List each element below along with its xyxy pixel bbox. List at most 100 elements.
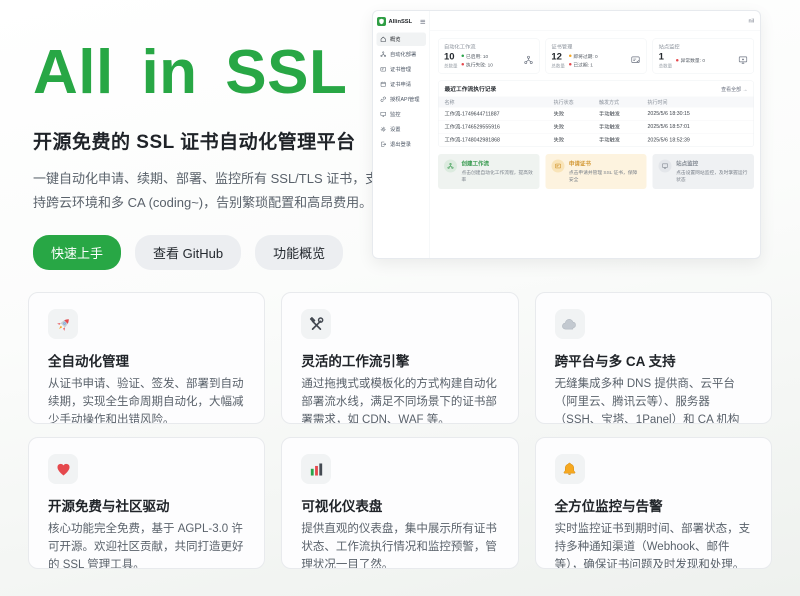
cell-time: 2025/5/6 18:30:15 [648,111,748,117]
certificate-check-icon [631,55,641,65]
workflow-icon [380,51,387,58]
stat-title: 自动化工作流 [444,43,533,51]
feature-grid: 全自动化管理 从证书申请、验证、签发、部署到自动续期，实现全生命周期自动化，大幅… [28,292,772,569]
page-title: All in SSL [33,38,381,107]
feature-title: 可视化仪表盘 [301,495,498,515]
cell-status: 失败 [554,123,599,131]
legend-text: 即将过期: 0 [573,52,597,59]
stat-card-site-monitor: 站点监控 1 总数量 异常数量: 0 [653,39,754,74]
stat-value: 12 [551,52,565,63]
dash-nav-label: 证书申请 [390,81,411,89]
feature-desc: 无缝集成多种 DNS 提供商、云平台（阿里云、腾讯云等）、服务器（SSH、宝塔、… [555,376,752,424]
table-title: 最近工作流执行记录 [445,85,497,93]
dash-logo: AllinSSL [377,16,427,31]
cell-name: 工作流-1746529555916 [445,123,554,131]
feature-title: 跨平台与多 CA 支持 [555,350,752,370]
dash-nav-settings: 设置 [377,123,427,137]
stat-cards-row: 自动化工作流 10 总数量 已启用: 10 执行失败: 10 [438,39,754,74]
collapse-sidebar-icon [420,19,426,25]
table-row: 工作流-1749644711887 失败 手动触发 2025/5/6 18:30… [439,107,754,120]
legend-text: 执行失败: 10 [466,61,493,68]
dash-nav-logout: 退出登录 [377,138,427,152]
monitor-icon [380,111,387,118]
legend-text: 已启用: 10 [466,52,488,59]
quick-action-desc: 点击申请并管理 SSL 证书，保障安全 [569,169,641,183]
heart-icon [48,454,78,484]
dash-username: nil [748,18,754,24]
quick-action-desc: 点击设置网站监控，及时掌握运行状态 [676,169,748,183]
hero-subtitle: 开源免费的 SSL 证书自动化管理平台 [33,127,381,154]
feature-title: 灵活的工作流引擎 [301,350,498,370]
cell-trigger: 手动触发 [599,123,647,131]
stat-card-workflows: 自动化工作流 10 总数量 已启用: 10 执行失败: 10 [438,39,539,74]
col-trigger: 触发方式 [599,98,647,106]
quick-actions-row: 创建工作流 点击创建自动化工作流程，提高效率 [438,154,754,189]
dash-nav-label: 退出登录 [390,141,411,149]
feature-desc: 实时监控证书到期时间、部署状态，支持多种通知渠道（Webhook、邮件等），确保… [555,521,752,569]
feature-card-open-source: 开源免费与社区驱动 核心功能完全免费，基于 AGPL-3.0 许可开源。欢迎社区… [28,437,265,569]
cell-time: 2025/5/6 18:57:01 [648,124,748,130]
col-name: 名称 [445,98,554,106]
red-dot [569,63,572,66]
dash-nav-api-auth: 授权API管理 [377,93,427,107]
stat-value: 1 [659,52,673,63]
table-header-row: 名称 执行状态 触发方式 执行时间 [439,96,754,107]
stat-unit: 总数量 [659,62,673,69]
cloud-icon [555,309,585,339]
dash-nav-label: 设置 [390,126,401,134]
link-icon [380,96,387,103]
quick-action-site-monitor: 站点监控 点击设置网站监控，及时掌握运行状态 [653,154,754,189]
calendar-icon [380,81,387,88]
dash-nav-label: 自动化部署 [390,51,416,59]
shield-icon [377,17,386,26]
cell-time: 2025/5/6 18:52:39 [648,137,748,143]
workflow-nodes-icon [523,55,533,65]
cell-status: 失败 [554,110,599,118]
tools-icon [301,309,331,339]
feature-title: 全自动化管理 [48,350,245,370]
hero-section: All in SSL 开源免费的 SSL 证书自动化管理平台 一键自动化申请、续… [33,38,381,270]
feature-card-automation: 全自动化管理 从证书申请、验证、签发、部署到自动续期，实现全生命周期自动化，大幅… [28,292,265,424]
quick-action-title: 创建工作流 [462,159,534,167]
view-github-button[interactable]: 查看 GitHub [135,235,241,270]
table-row: 工作流-1746529555916 失败 手动触发 2025/5/6 18:57… [439,120,754,133]
gear-icon [380,126,387,133]
view-all-link: 查看全部 → [721,85,747,93]
recent-workflows-table: 最近工作流执行记录 查看全部 → 名称 执行状态 触发方式 执行时间 工作流-1… [438,80,754,147]
cell-name: 工作流-1748042981868 [445,136,554,144]
dash-nav-auto-deploy: 自动化部署 [377,48,427,62]
dash-main: nil 自动化工作流 10 总数量 已启用: 10 执行失败: [430,11,761,259]
stat-card-certificates: 证书管理 12 总数量 即将过期: 0 已过期: 1 [545,39,646,74]
dash-nav-label: 授权API管理 [390,96,419,104]
feature-card-monitoring-alerts: 全方位监控与告警 实时监控证书到期时间、部署状态，支持多种通知渠道（Webhoo… [535,437,772,569]
cell-name: 工作流-1749644711887 [445,110,554,118]
dash-nav-cert-manage: 证书管理 [377,63,427,77]
home-icon [380,36,387,43]
get-started-button[interactable]: 快速上手 [33,235,121,270]
red-dot [676,59,679,62]
red-dot [462,63,465,66]
dash-nav-overview: 概览 [377,33,427,47]
rocket-icon [48,309,78,339]
stat-unit: 总数量 [444,62,458,69]
dash-sidebar: AllinSSL 概览 [373,11,430,259]
stat-unit: 总数量 [551,62,565,69]
hero-buttons: 快速上手 查看 GitHub 功能概览 [33,235,381,270]
legend-text: 已过期: 1 [573,61,593,68]
certificate-circle-icon [551,159,564,172]
dash-nav-label: 监控 [390,111,401,119]
cell-trigger: 手动触发 [599,136,647,144]
green-dot [462,55,465,58]
bar-chart-icon [301,454,331,484]
feature-overview-button[interactable]: 功能概览 [255,235,343,270]
dash-nav-monitor: 监控 [377,108,427,122]
quick-action-desc: 点击创建自动化工作流程，提高效率 [462,169,534,183]
dash-nav-cert-apply: 证书申请 [377,78,427,92]
dash-header: nil [430,11,761,31]
stat-title: 站点监控 [659,43,748,51]
feature-desc: 通过拖拽式或模板化的方式构建自动化部署流水线，满足不同场景下的证书部署需求，如 … [301,376,498,424]
feature-desc: 提供直观的仪表盘，集中展示所有证书状态、工作流执行情况和监控预警，管理状况一目了… [301,521,498,569]
dash-nav-label: 证书管理 [390,66,411,74]
feature-title: 开源免费与社区驱动 [48,495,245,515]
quick-action-title: 站点监控 [676,159,748,167]
